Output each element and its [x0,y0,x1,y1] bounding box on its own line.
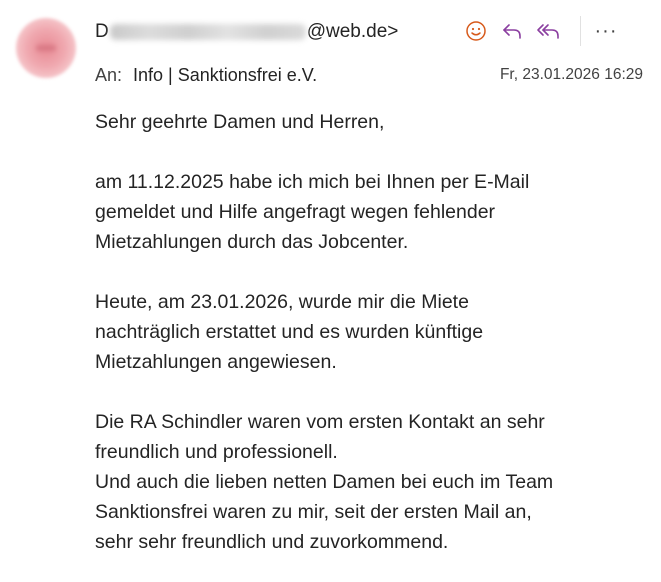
paragraph-line: Mietzahlungen durch das Jobcenter. [95,231,409,253]
paragraph-line: Heute, am 23.01.2026, wurde mir die Miet… [95,291,469,313]
recipient-row: An: Info | Sanktionsfrei e.V. Fr, 23.01.… [95,63,643,87]
paragraph-line: Und auch die lieben netten Damen bei euc… [95,471,554,493]
paragraph-line: sehr sehr freundlich und zuvorkommend. [95,531,449,553]
greeting-line: Sehr geehrte Damen und Herren, [95,111,385,133]
message-paragraph-3: Die RA Schindler waren vom ersten Kontak… [95,407,640,557]
more-icon: ··· [594,19,618,42]
paragraph-line: Die RA Schindler waren vom ersten Kontak… [95,411,545,433]
actions-divider [580,16,581,46]
paragraph-line: Sanktionsfrei waren zu mir, seit der ers… [95,501,532,523]
smiley-icon [466,21,486,41]
message-body: Sehr geehrte Damen und Herren, am 11.12.… [95,107,640,557]
recipient-name[interactable]: Info | Sanktionsfrei e.V. [133,65,317,86]
react-button[interactable] [458,14,494,48]
sender-suffix: @web.de> [306,21,399,42]
message-date: Fr, 23.01.2026 16:29 [499,66,643,83]
to-label: An: [95,64,123,85]
sender-address[interactable]: D @web.de> [95,20,398,44]
reply-all-button[interactable] [530,14,566,48]
reply-button[interactable] [494,14,530,48]
message-paragraph-2: Heute, am 23.01.2026, wurde mir die Miet… [95,287,640,377]
reply-icon [503,24,521,39]
sender-avatar[interactable] [16,18,76,78]
message-greeting: Sehr geehrte Damen und Herren, [95,107,640,137]
message-actions: ··· [458,14,621,48]
paragraph-line: nachträglich erstattet und es wurden kün… [95,321,484,343]
paragraph-line: Mietzahlungen angewiesen. [95,351,337,373]
sender-prefix: D [95,21,109,42]
paragraph-line: am 11.12.2025 habe ich mich bei Ihnen pe… [95,171,530,193]
paragraph-line: freundlich und professionell. [95,441,338,463]
message-paragraph-1: am 11.12.2025 habe ich mich bei Ihnen pe… [95,167,640,257]
paragraph-line: gemeldet und Hilfe angefragt wegen fehle… [95,201,496,223]
sender-name-redacted [109,24,306,40]
avatar-initials-blurred [36,45,56,51]
reply-all-icon [537,24,559,39]
more-actions-button[interactable]: ··· [591,14,621,48]
